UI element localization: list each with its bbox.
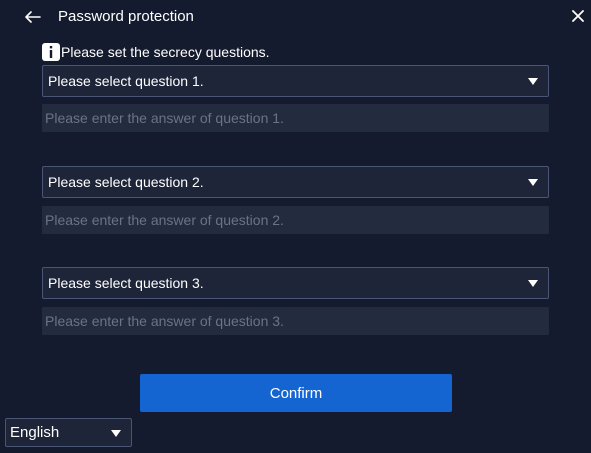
- question-1-select[interactable]: Please select question 1.: [42, 65, 549, 97]
- chevron-down-icon: [528, 179, 538, 186]
- chevron-down-icon: [111, 430, 121, 437]
- back-button[interactable]: [22, 6, 44, 28]
- hint: Please set the secrecy questions.: [42, 43, 270, 61]
- password-protection-dialog: Password protection Please set the secre…: [0, 0, 591, 453]
- dialog-title: Password protection: [58, 8, 194, 25]
- question-2-select-label: Please select question 2.: [48, 174, 204, 190]
- question-1-answer-input[interactable]: [42, 104, 549, 132]
- chevron-down-icon: [528, 280, 538, 287]
- question-3-answer-input[interactable]: [42, 307, 549, 335]
- arrow-left-icon: [25, 11, 41, 23]
- close-icon: [572, 10, 584, 22]
- chevron-down-icon: [528, 78, 538, 85]
- language-select[interactable]: English: [5, 418, 132, 447]
- question-3-select[interactable]: Please select question 3.: [42, 267, 549, 299]
- hint-text: Please set the secrecy questions.: [61, 44, 270, 60]
- confirm-button[interactable]: Confirm: [140, 374, 452, 412]
- question-2-answer-input[interactable]: [42, 206, 549, 234]
- question-1-select-label: Please select question 1.: [48, 73, 204, 89]
- question-3-select-label: Please select question 3.: [48, 275, 204, 291]
- close-button[interactable]: [568, 6, 588, 26]
- info-icon: [42, 43, 60, 61]
- question-2-select[interactable]: Please select question 2.: [42, 166, 549, 198]
- language-select-label: English: [10, 424, 60, 441]
